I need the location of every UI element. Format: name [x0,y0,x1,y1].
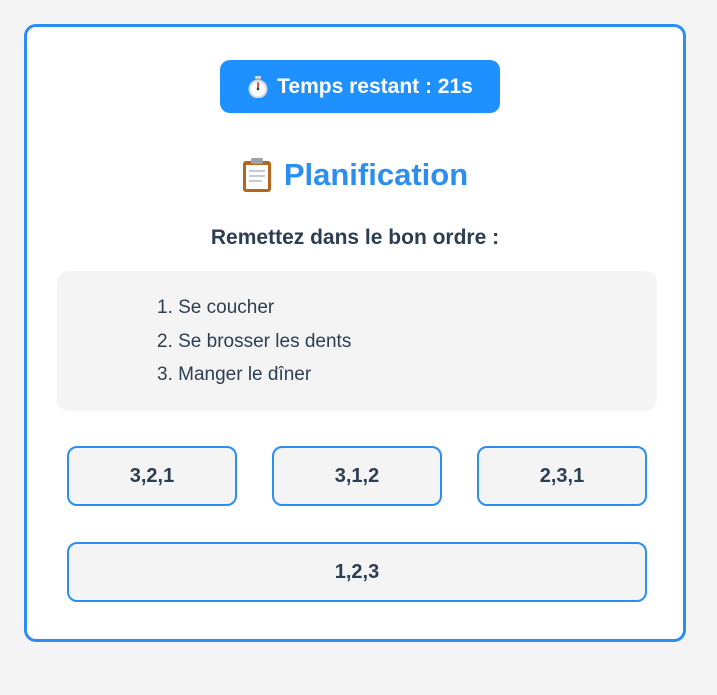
clipboard-icon [242,157,272,193]
list-item: 2. Se brosser les dents [157,330,352,352]
option-button-1[interactable]: 3,2,1 [67,446,237,506]
option-button-2[interactable]: 3,1,2 [272,446,442,506]
instruction-text: Remettez dans le bon ordre : [210,226,500,249]
title-text: Planification [283,157,469,192]
list-item: 1. Se coucher [157,297,275,318]
timer-badge: Temps restant : 21s [220,60,500,113]
steps-list: 1. Se coucher 2. Se brosser les dents 3.… [157,296,351,397]
option-button-3[interactable]: 2,3,1 [477,446,647,506]
list-item: 3. Manger le dîner [157,364,312,385]
quiz-card: Temps restant : 21s Planification Remett… [24,24,686,642]
timer-label: Temps restant : 21s [277,74,473,98]
option-button-4[interactable]: 1,2,3 [67,542,647,602]
stopwatch-icon [247,75,269,98]
page-title: Planification [27,153,683,197]
steps-box: 1. Se coucher 2. Se brosser les dents 3.… [57,271,657,411]
